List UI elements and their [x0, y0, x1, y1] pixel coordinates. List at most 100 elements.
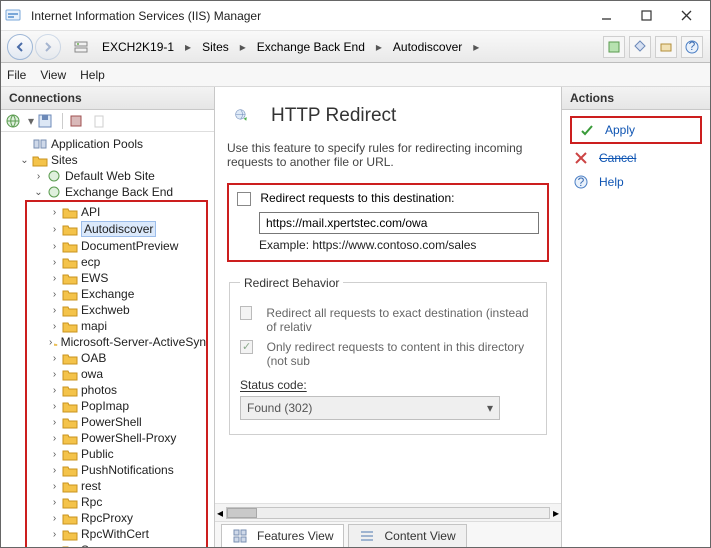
- status-code-combo[interactable]: Found (302) ▾: [240, 396, 500, 420]
- tree-vdir[interactable]: ›Autodiscover: [49, 220, 206, 238]
- nav-forward-button[interactable]: [35, 34, 61, 60]
- expand-icon[interactable]: ›: [49, 385, 60, 396]
- tree-vdir[interactable]: ›RpcWithCert: [49, 526, 206, 542]
- tree-sites[interactable]: ⌄Sites: [19, 152, 212, 168]
- expand-icon[interactable]: ›: [49, 224, 60, 235]
- expand-icon[interactable]: ›: [49, 481, 60, 492]
- folder-icon: [62, 431, 78, 445]
- tree-default-site[interactable]: ›Default Web Site: [33, 168, 212, 184]
- tab-features-view[interactable]: Features View: [221, 524, 344, 547]
- menu-view[interactable]: View: [40, 68, 66, 82]
- expand-icon[interactable]: ›: [49, 433, 60, 444]
- expand-icon[interactable]: ›: [49, 369, 60, 380]
- tree-vdir[interactable]: ›EWS: [49, 270, 206, 286]
- scrollbar-track[interactable]: [226, 507, 550, 519]
- tree-app-pools[interactable]: Application Pools: [19, 136, 212, 152]
- minimize-button[interactable]: [586, 3, 626, 29]
- folder-icon: [62, 303, 78, 317]
- action-help[interactable]: ? Help: [570, 172, 702, 192]
- expand-icon[interactable]: ›: [49, 289, 60, 300]
- expand-icon[interactable]: ›: [49, 497, 60, 508]
- tree-vdir[interactable]: ›rest: [49, 478, 206, 494]
- horizontal-scrollbar[interactable]: ◂ ▸: [215, 503, 561, 521]
- expand-icon[interactable]: ›: [49, 465, 60, 476]
- expand-icon[interactable]: ›: [49, 241, 60, 252]
- action-label: Apply: [605, 123, 635, 137]
- tree-item-label: Microsoft-Server-ActiveSyn: [61, 335, 206, 349]
- tree-vdir[interactable]: ›PowerShell-Proxy: [49, 430, 206, 446]
- save-icon[interactable]: [37, 113, 53, 129]
- action-cancel[interactable]: Cancel: [570, 148, 702, 168]
- expand-icon[interactable]: ›: [49, 449, 60, 460]
- connections-tree[interactable]: Application Pools ⌄Sites ›Default Web Si…: [1, 132, 214, 547]
- breadcrumb-vdir[interactable]: Autodiscover: [386, 36, 469, 58]
- tree-vdir[interactable]: ›Public: [49, 446, 206, 462]
- tree-exchange-back-end[interactable]: ⌄Exchange Back End: [33, 184, 212, 200]
- tree-item-label: PowerShell: [81, 415, 142, 429]
- tree-vdir[interactable]: ›OAB: [49, 350, 206, 366]
- tree-vdir[interactable]: ›photos: [49, 382, 206, 398]
- nav-back-button[interactable]: [7, 34, 33, 60]
- expand-icon[interactable]: ›: [49, 321, 60, 332]
- tree-vdir[interactable]: › Microsoft-Server-ActiveSyn: [49, 334, 206, 350]
- folder-icon: [62, 479, 78, 493]
- tree-vdir[interactable]: ›owa: [49, 366, 206, 382]
- nav-help-button[interactable]: ?: [681, 36, 703, 58]
- maximize-button[interactable]: [626, 3, 666, 29]
- exact-checkbox[interactable]: [240, 306, 252, 320]
- expand-icon[interactable]: ›: [49, 305, 60, 316]
- expand-icon[interactable]: ›: [49, 417, 60, 428]
- dropdown-chevron-icon[interactable]: ▾: [28, 114, 34, 128]
- globe-icon[interactable]: [5, 113, 21, 129]
- expand-icon[interactable]: ›: [49, 353, 60, 364]
- nav-tool-1[interactable]: [603, 36, 625, 58]
- window-title: Internet Information Services (IIS) Mana…: [25, 9, 586, 23]
- tree-vdir[interactable]: › PowerShell: [49, 414, 206, 430]
- expand-icon[interactable]: ›: [49, 545, 60, 548]
- tree-vdir[interactable]: ›DocumentPreview: [49, 238, 206, 254]
- chevron-right-icon: ▸: [376, 40, 382, 54]
- expand-icon[interactable]: ›: [49, 207, 60, 218]
- folder-icon: [62, 399, 78, 413]
- tree-vdir[interactable]: ›PushNotifications: [49, 462, 206, 478]
- tree-vdir[interactable]: ›RpcProxy: [49, 510, 206, 526]
- tab-content-view[interactable]: Content View: [348, 524, 466, 547]
- breadcrumb-site[interactable]: Exchange Back End: [250, 36, 372, 58]
- svg-text:?: ?: [689, 40, 696, 53]
- tree-vdir[interactable]: ›Sync: [49, 542, 206, 547]
- nav-tool-3[interactable]: [655, 36, 677, 58]
- tree-vdir[interactable]: ›mapi: [49, 318, 206, 334]
- destination-input[interactable]: https://mail.xpertstec.com/owa: [259, 212, 539, 234]
- connections-header: Connections: [1, 87, 214, 110]
- expand-icon[interactable]: ›: [49, 257, 60, 268]
- expand-icon[interactable]: ›: [49, 513, 60, 524]
- redirect-checkbox[interactable]: Redirect requests to this destination:: [237, 191, 454, 205]
- folder-icon: [62, 239, 78, 253]
- breadcrumb-sites[interactable]: Sites: [195, 36, 236, 58]
- action-apply[interactable]: Apply: [576, 120, 696, 140]
- expand-icon[interactable]: ›: [49, 401, 60, 412]
- folder-icon: [62, 351, 78, 365]
- scroll-left-icon[interactable]: ◂: [217, 506, 223, 520]
- stop-icon[interactable]: [68, 113, 84, 129]
- expand-icon[interactable]: ›: [49, 273, 60, 284]
- expand-icon[interactable]: ›: [49, 337, 52, 348]
- scrollbar-thumb[interactable]: [227, 508, 257, 518]
- menu-help[interactable]: Help: [80, 68, 105, 82]
- expand-icon[interactable]: ›: [49, 529, 60, 540]
- menu-file[interactable]: File: [7, 68, 26, 82]
- tree-vdir[interactable]: ›Exchange: [49, 286, 206, 302]
- tree-vdir[interactable]: ›Exchweb: [49, 302, 206, 318]
- chevron-down-icon: ▾: [487, 401, 493, 415]
- breadcrumb-server[interactable]: EXCH2K19-1: [95, 36, 181, 58]
- only-directory-checkbox[interactable]: [240, 340, 253, 354]
- tree-vdir[interactable]: ›PopImap: [49, 398, 206, 414]
- folder-icon: [62, 287, 78, 301]
- close-button[interactable]: [666, 3, 706, 29]
- scroll-right-icon[interactable]: ▸: [553, 506, 559, 520]
- nav-tool-2[interactable]: [629, 36, 651, 58]
- redirect-behavior-group: Redirect Behavior Redirect all requests …: [229, 276, 547, 435]
- tree-vdir[interactable]: ›ecp: [49, 254, 206, 270]
- tree-vdir[interactable]: ›API: [49, 204, 206, 220]
- tree-vdir[interactable]: ›Rpc: [49, 494, 206, 510]
